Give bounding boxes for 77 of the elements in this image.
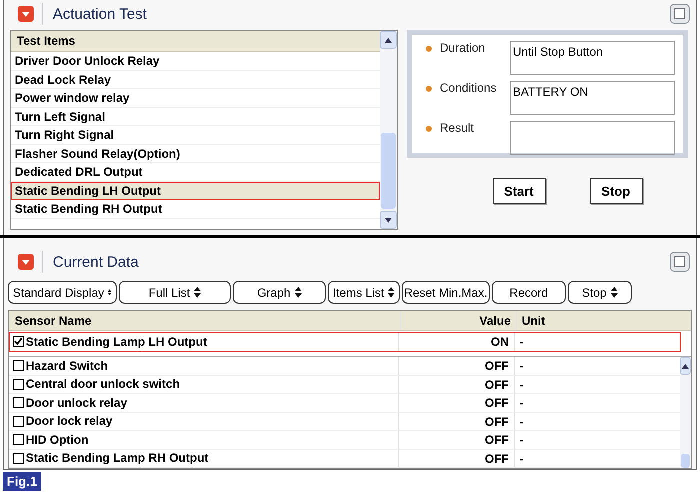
bullet-icon (426, 46, 432, 52)
test-item[interactable]: Dead Lock Relay (11, 70, 380, 89)
updown-icon (294, 287, 302, 298)
unit-cell-text: - (519, 358, 525, 374)
value-cell: OFF (399, 357, 515, 374)
toolbar-button[interactable]: Reset Min.Max. (402, 281, 490, 304)
sensor-name: Hazard Switch (26, 358, 108, 374)
checkbox[interactable] (13, 378, 24, 390)
sensor-name: Central door unlock switch (26, 376, 180, 393)
unit-cell-text: - (519, 395, 525, 412)
unit-cell-text: - (519, 414, 525, 430)
collapse-icon[interactable] (18, 254, 34, 270)
info-label: Result (440, 121, 476, 135)
scrollbar-thumb[interactable] (681, 454, 690, 468)
sensor-name: HID Option (26, 432, 89, 448)
value-cell: OFF (399, 394, 515, 412)
test-item[interactable]: Static Bending LH Output (11, 182, 380, 200)
column-header[interactable]: Test Items (11, 31, 380, 52)
unit-cell-text: - (519, 334, 525, 351)
unit-cell-text: - (519, 450, 525, 467)
sensor-name: Static Bending Lamp RH Output (26, 450, 209, 467)
panel-title: Current Data (53, 254, 139, 270)
maximize-icon[interactable] (670, 4, 690, 24)
info-label: Conditions (440, 81, 498, 95)
bullet-icon (426, 126, 432, 132)
toolbar-dropdown[interactable]: Stop (568, 281, 632, 304)
info-field: BATTERY ON (510, 81, 675, 115)
value-cell: OFF (399, 431, 515, 448)
column-header: Unit (521, 313, 546, 330)
toolbar-button[interactable]: Record (492, 281, 566, 304)
test-item[interactable]: Driver Door Unlock Relay (11, 52, 380, 70)
toolbar-dropdown[interactable]: Graph (233, 281, 326, 304)
bullet-icon (426, 86, 432, 92)
scrollbar-thumb[interactable] (381, 133, 396, 209)
column-header: Value (401, 311, 517, 330)
checkbox[interactable] (13, 336, 24, 347)
updown-icon (194, 287, 202, 298)
unit-cell-text: - (519, 376, 525, 393)
toolbar-dropdown[interactable]: Items List (328, 281, 400, 304)
up-arrow-icon[interactable] (682, 364, 689, 368)
scrollbar[interactable] (680, 357, 691, 468)
test-item[interactable]: Power window relay (11, 89, 380, 108)
up-arrow-icon[interactable] (385, 38, 392, 42)
down-arrow-icon[interactable] (385, 218, 392, 222)
checkbox[interactable] (13, 360, 24, 372)
maximize-icon[interactable] (670, 252, 690, 272)
updown-icon (108, 287, 112, 298)
toolbar-dropdown[interactable]: Standard Display (8, 281, 117, 304)
toolbar-dropdown[interactable]: Full List (119, 281, 231, 304)
info-field: Until Stop Button (510, 41, 675, 75)
action-button[interactable]: Start (492, 178, 546, 204)
collapse-icon[interactable] (18, 6, 34, 22)
test-item[interactable]: Static Bending RH Output (11, 200, 380, 218)
unit-cell-text: - (519, 432, 525, 448)
action-button[interactable]: Stop (590, 178, 642, 204)
updown-icon (610, 287, 618, 298)
checkbox[interactable] (13, 416, 24, 427)
figure-label: Fig.1 (3, 472, 42, 491)
checkbox[interactable] (13, 452, 24, 464)
test-item[interactable]: Turn Right Signal (11, 126, 380, 144)
test-item[interactable]: Turn Left Signal (11, 108, 380, 126)
value-cell: OFF (399, 412, 515, 430)
checkbox[interactable] (13, 397, 24, 408)
value-cell: OFF (399, 450, 515, 467)
sensor-name: Static Bending Lamp LH Output (26, 334, 208, 350)
value-cell: ON (399, 332, 515, 351)
scrollbar[interactable] (380, 31, 397, 229)
column-header: Sensor Name (9, 311, 401, 330)
checkbox[interactable] (13, 434, 24, 446)
sensor-name: Door unlock relay (26, 394, 128, 412)
info-label: Duration (440, 41, 486, 55)
panel-title: Actuation Test (53, 6, 147, 22)
test-item[interactable]: Flasher Sound Relay(Option) (11, 144, 380, 163)
sensor-name: Door lock relay (26, 413, 113, 430)
value-cell: OFF (399, 376, 515, 393)
updown-icon (388, 287, 395, 298)
pinned-row[interactable]: Static Bending Lamp LH Output ON - (9, 332, 681, 352)
